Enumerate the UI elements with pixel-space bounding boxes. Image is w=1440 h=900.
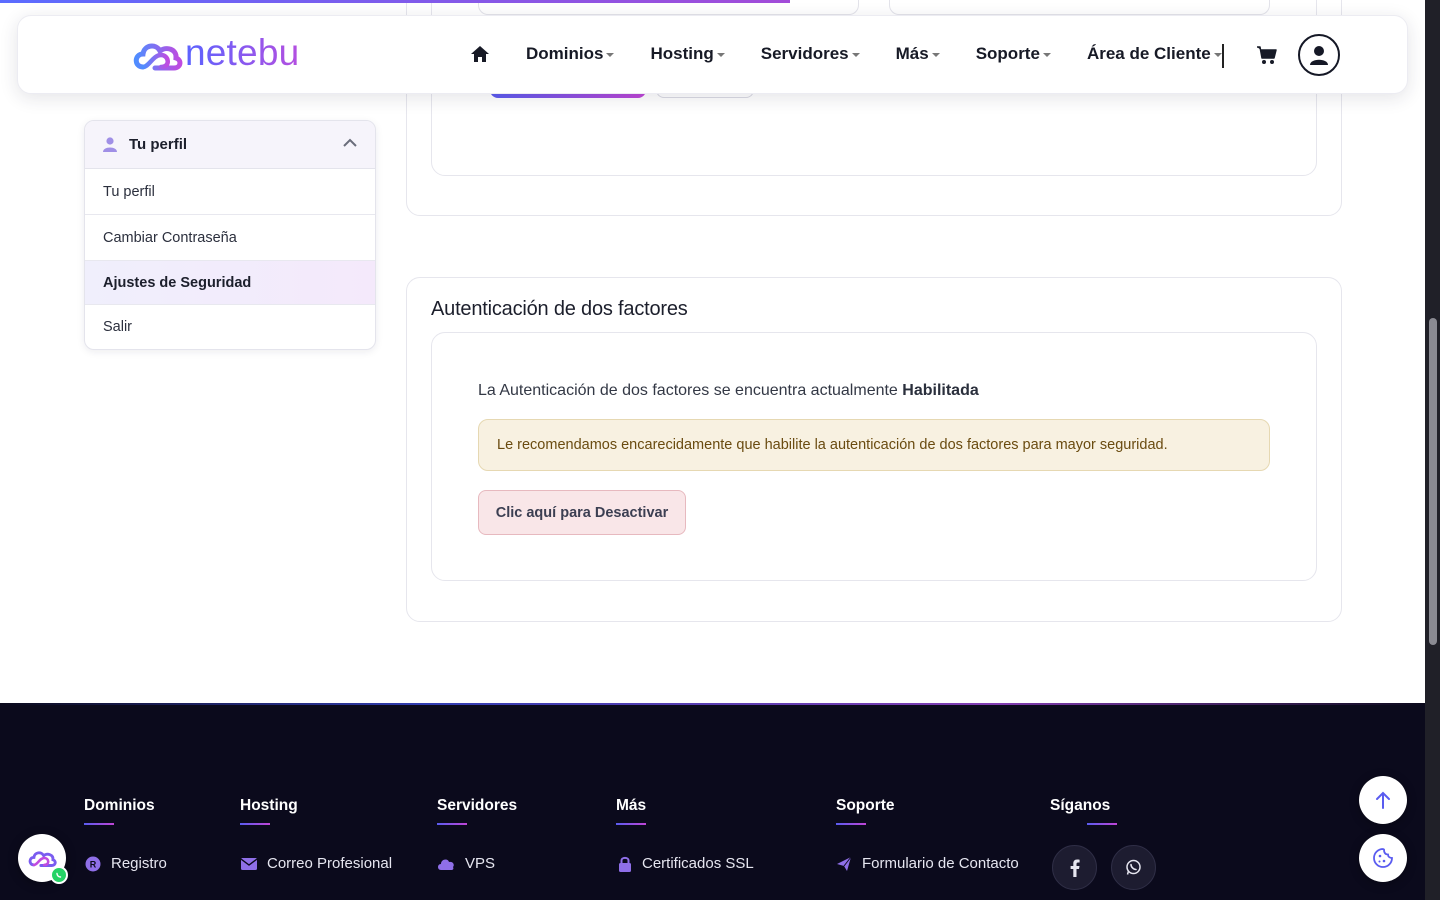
site-header: netebu Dominios Hosting Servidores Más S…	[17, 15, 1408, 94]
footer-link-vps[interactable]: VPS	[437, 855, 495, 872]
whatsapp-badge-icon	[50, 866, 68, 884]
svg-text:R: R	[90, 859, 97, 869]
twofa-title: Autenticación de dos factores	[431, 298, 688, 320]
deactivate-2fa-button[interactable]: Clic aquí para Desactivar	[478, 490, 686, 535]
nav-hosting[interactable]: Hosting	[650, 44, 725, 64]
home-icon[interactable]	[470, 43, 492, 65]
page-load-progress	[0, 0, 790, 3]
footer-gradient-line	[0, 703, 1425, 705]
lock-icon	[619, 856, 631, 872]
sidebar-item-tu-perfil[interactable]: Tu perfil	[85, 169, 375, 215]
user-icon	[103, 137, 117, 152]
footer-col-servidores: Servidores	[437, 797, 517, 825]
caret-down-icon	[1042, 53, 1051, 57]
facebook-icon[interactable]	[1052, 845, 1097, 890]
nav-servidores[interactable]: Servidores	[761, 44, 860, 64]
arrow-up-icon	[1376, 791, 1390, 809]
nav-divider	[1222, 44, 1224, 68]
account-user-icon[interactable]	[1298, 34, 1340, 76]
chat-widget-button[interactable]	[18, 834, 68, 884]
caret-down-icon	[1213, 53, 1222, 57]
nav-soporte[interactable]: Soporte	[976, 44, 1051, 64]
cloud-logo-icon	[28, 851, 57, 867]
cart-icon[interactable]	[1256, 45, 1278, 65]
sidebar-item-salir[interactable]: Salir	[85, 305, 375, 349]
twofa-status-value: Habilitada	[902, 382, 979, 399]
caret-down-icon	[931, 53, 940, 57]
footer-link-ssl[interactable]: Certificados SSL	[618, 855, 754, 872]
whatsapp-icon[interactable]	[1111, 845, 1156, 890]
registered-icon: R	[85, 856, 101, 871]
site-footer: Dominios Hosting Servidores Más Soporte …	[0, 703, 1425, 900]
footer-link-registro[interactable]: R Registro	[85, 855, 167, 872]
sidebar-item-cambiar-contrasena[interactable]: Cambiar Contraseña	[85, 215, 375, 261]
sidebar-title: Tu perfil	[129, 136, 188, 153]
profile-sidebar: Tu perfil Tu perfil Cambiar Contraseña A…	[84, 120, 376, 350]
footer-link-contacto[interactable]: Formulario de Contacto	[836, 855, 1019, 872]
sidebar-item-ajustes-seguridad[interactable]: Ajustes de Seguridad	[85, 261, 375, 305]
logo-text: netebu	[185, 32, 300, 73]
scroll-to-top-button[interactable]	[1359, 776, 1407, 824]
chevron-up-icon[interactable]	[343, 138, 357, 147]
cookie-icon	[1373, 848, 1393, 868]
footer-col-soporte: Soporte	[836, 797, 895, 825]
twofa-status: La Autenticación de dos factores se encu…	[478, 382, 979, 399]
caret-down-icon	[851, 53, 860, 57]
sidebar-header[interactable]: Tu perfil	[85, 121, 375, 169]
envelope-icon	[241, 857, 257, 870]
paper-plane-icon	[837, 856, 852, 871]
previous-field	[889, 0, 1270, 15]
caret-down-icon	[606, 53, 615, 57]
nav-dominios[interactable]: Dominios	[526, 44, 615, 64]
cookie-settings-button[interactable]	[1359, 834, 1407, 882]
netebu-logo[interactable]: netebu	[131, 32, 299, 74]
nav-area-cliente[interactable]: Área de Cliente	[1087, 44, 1222, 64]
nav-mas[interactable]: Más	[896, 44, 940, 64]
footer-col-mas: Más	[616, 797, 646, 825]
twofa-warning-alert: Le recomendamos encarecidamente que habi…	[478, 419, 1270, 471]
scrollbar-thumb[interactable]	[1429, 318, 1437, 645]
footer-col-hosting: Hosting	[240, 797, 298, 825]
caret-down-icon	[716, 53, 725, 57]
footer-col-dominios: Dominios	[84, 797, 155, 825]
cloud-icon	[438, 859, 454, 870]
main-nav: Dominios Hosting Servidores Más Soporte …	[470, 43, 1258, 65]
footer-link-correo[interactable]: Correo Profesional	[241, 855, 392, 872]
cloud-logo-icon	[133, 43, 183, 71]
footer-col-siganos: Síganos	[1050, 797, 1117, 825]
